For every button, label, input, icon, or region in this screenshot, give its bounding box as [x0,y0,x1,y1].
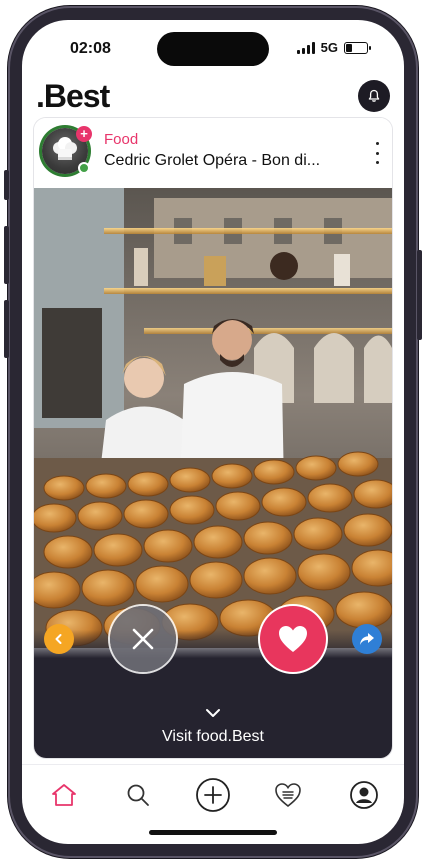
follow-plus-icon[interactable]: + [76,126,92,142]
nav-search[interactable] [120,777,156,813]
kebab-menu-icon[interactable] [370,142,384,164]
bottom-nav [22,764,404,824]
action-button [4,170,9,200]
notifications-button[interactable] [358,80,390,112]
share-button[interactable] [352,624,382,654]
add-icon [196,778,230,812]
chevron-down-icon[interactable] [205,708,221,718]
close-icon [132,628,154,650]
signal-icon [296,41,315,54]
post-title: Cedric Grolet Opéra - Bon di... [104,152,321,169]
screen: 02:08 5G .Best + Food Cedric Grolet Opér… [22,20,404,844]
home-icon [52,784,76,806]
battery-level [346,43,352,52]
post-card[interactable]: + Food Cedric Grolet Opéra - Bon di... V… [34,118,392,758]
profile-icon [350,781,378,809]
post-photo[interactable] [34,188,392,648]
dynamic-island [157,32,269,66]
search-icon [127,784,149,806]
verified-badge [78,162,90,174]
like-button[interactable] [260,606,326,672]
nav-home[interactable] [46,777,82,813]
heart-list-icon [275,783,301,808]
post-category[interactable]: Food [104,131,138,148]
status-indicators: 5G [296,40,371,55]
status-time: 02:08 [70,40,111,57]
nav-favorites[interactable] [270,777,306,813]
volume-down-button [4,300,9,358]
dismiss-button[interactable] [110,606,176,672]
power-button [417,250,422,340]
battery-icon [344,41,371,54]
home-indicator[interactable] [149,830,277,835]
bell-icon [368,89,380,102]
heart-icon [279,626,307,652]
app-logo[interactable]: .Best [36,78,110,115]
share-arrow-icon [360,633,374,645]
volume-up-button [4,226,9,284]
nav-add[interactable] [195,777,231,813]
chevron-left-icon [55,634,62,644]
previous-button[interactable] [44,624,74,654]
nav-profile[interactable] [346,777,382,813]
post-header: + Food Cedric Grolet Opéra - Bon di... [34,118,392,188]
visit-site-link[interactable]: Visit food.Best [34,728,392,746]
network-label: 5G [320,40,338,55]
